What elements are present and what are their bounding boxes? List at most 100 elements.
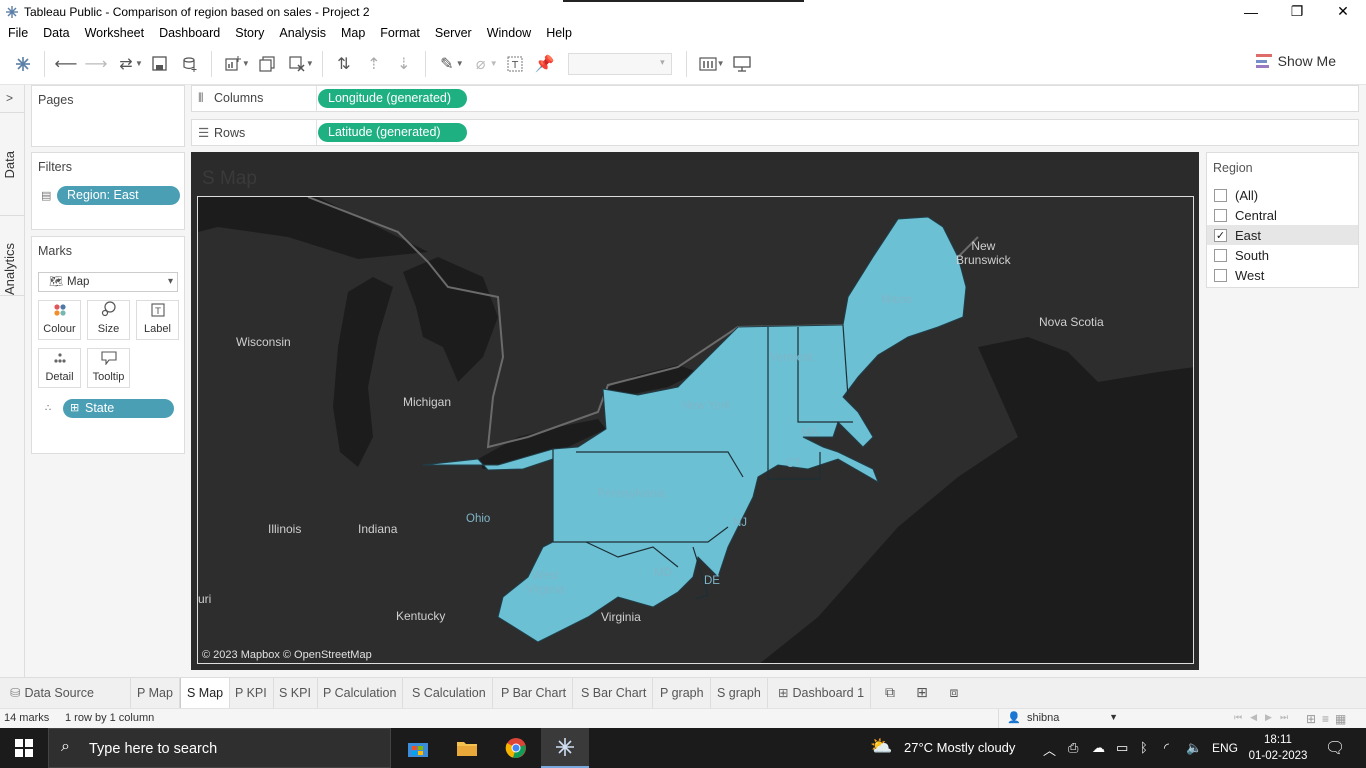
label-button[interactable]: T Label	[136, 300, 179, 340]
meet-now-icon[interactable]: ⎙	[1068, 740, 1078, 756]
checkbox-checked[interactable]: ✓	[1214, 228, 1227, 242]
tab-p-kpi[interactable]: P KPI	[229, 678, 274, 709]
tab-data[interactable]: Data	[2, 151, 17, 178]
tableau-home-icon[interactable]	[8, 49, 38, 79]
map-attribution[interactable]: © 2023 Mapbox © OpenStreetMap	[202, 649, 372, 661]
microsoft-store-icon[interactable]	[394, 728, 442, 768]
minimize-button[interactable]: —	[1228, 0, 1274, 23]
menu-window[interactable]: Window	[487, 26, 531, 40]
menu-dashboard[interactable]: Dashboard	[159, 26, 220, 40]
tab-s-graph[interactable]: S graph	[711, 678, 768, 709]
region-option-central[interactable]: Central	[1207, 205, 1358, 225]
sheet-navigation-arrows[interactable]: ⏮◀▶⏭	[1234, 712, 1296, 723]
region-option-east[interactable]: ✓ East	[1207, 225, 1358, 245]
pin-icon[interactable]: 📌	[530, 49, 560, 79]
map-canvas[interactable]: Wisconsin Michigan Illinois Indiana Kent…	[197, 196, 1194, 664]
swap-rows-columns-icon[interactable]: ⇅	[329, 49, 359, 79]
chevron-down-icon[interactable]: ▼	[717, 59, 725, 68]
chevron-down-icon[interactable]: ▼	[456, 59, 464, 68]
taskbar-search[interactable]: ⌕ Type here to search	[48, 728, 391, 768]
tab-s-calculation[interactable]: S Calculation	[406, 678, 493, 709]
state-field-pill[interactable]: ⊞ State	[63, 399, 174, 418]
size-button[interactable]: Size	[87, 300, 130, 340]
volume-icon[interactable]: 🔈	[1186, 740, 1202, 756]
detail-button[interactable]: Detail	[38, 348, 81, 388]
presentation-mode-icon[interactable]	[727, 49, 757, 79]
chevron-down-icon[interactable]: ▼	[242, 59, 250, 68]
sort-descending-icon[interactable]: ⇣	[389, 49, 419, 79]
rows-pill-latitude[interactable]: Latitude (generated)	[318, 123, 467, 142]
tab-data-source[interactable]: ⛁ Data Source	[4, 678, 131, 709]
menu-analysis[interactable]: Analysis	[279, 26, 326, 40]
map-svg[interactable]	[198, 197, 1194, 664]
bluetooth-icon[interactable]: ᛒ	[1140, 740, 1148, 755]
tab-p-graph[interactable]: P graph	[654, 678, 711, 709]
user-dropdown[interactable]: 👤 shibna ▼	[998, 709, 1126, 728]
weather-icon[interactable]: ⛅	[870, 736, 892, 757]
chevron-down-icon[interactable]: ▼	[306, 59, 314, 68]
undo-icon[interactable]: ⟵	[51, 49, 81, 79]
tab-p-calculation[interactable]: P Calculation	[317, 678, 404, 709]
weather-text[interactable]: 27°C Mostly cloudy	[904, 740, 1015, 755]
chevron-down-icon[interactable]: ▼	[135, 59, 143, 68]
duplicate-sheet-icon[interactable]	[252, 49, 282, 79]
tab-p-map[interactable]: P Map	[131, 678, 180, 709]
pages-card[interactable]: Pages	[31, 85, 185, 147]
rows-shelf[interactable]: ☰ Rows Latitude (generated)	[191, 119, 1359, 146]
new-dashboard-icon[interactable]: ⊞	[911, 684, 933, 704]
tab-s-map[interactable]: S Map	[180, 678, 231, 709]
file-explorer-icon[interactable]	[443, 728, 491, 768]
menu-data[interactable]: Data	[43, 26, 69, 40]
checkbox[interactable]	[1214, 268, 1227, 282]
region-option-all[interactable]: (All)	[1207, 185, 1358, 205]
chevron-down-icon[interactable]: ▼	[490, 59, 498, 68]
tab-analytics[interactable]: Analytics	[2, 243, 17, 295]
checkbox[interactable]	[1214, 188, 1227, 202]
menu-file[interactable]: File	[8, 26, 28, 40]
new-worksheet-icon[interactable]: ⧉	[879, 684, 901, 704]
restore-button[interactable]: ❐	[1274, 0, 1320, 23]
start-button[interactable]	[0, 728, 48, 768]
tab-s-kpi[interactable]: S KPI	[273, 678, 318, 709]
columns-shelf[interactable]: ⦀ Columns Longitude (generated)	[191, 85, 1359, 112]
show-me-button[interactable]: Show Me	[1255, 53, 1336, 69]
new-data-source-icon[interactable]	[175, 49, 205, 79]
checkbox[interactable]	[1214, 248, 1227, 262]
save-icon[interactable]	[145, 49, 175, 79]
sort-ascending-icon[interactable]: ⇡	[359, 49, 389, 79]
colour-button[interactable]: Colour	[38, 300, 81, 340]
checkbox[interactable]	[1214, 208, 1227, 222]
chevron-right-icon[interactable]: >	[6, 91, 13, 105]
sheet-view-toggle-icons[interactable]: ⊞≡▦	[1306, 712, 1352, 726]
menu-help[interactable]: Help	[546, 26, 572, 40]
new-story-icon[interactable]: ⧈	[943, 684, 965, 704]
menu-server[interactable]: Server	[435, 26, 472, 40]
tableau-taskbar-icon[interactable]	[541, 728, 589, 768]
fit-dropdown[interactable]	[567, 52, 672, 75]
mark-type-dropdown[interactable]: 🗺 Map ▾	[38, 272, 178, 292]
filters-card[interactable]: Filters ▤ Region: East	[31, 152, 185, 230]
tooltip-button[interactable]: Tooltip	[87, 348, 130, 388]
chevron-up-icon[interactable]: ︿	[1043, 740, 1056, 759]
filter-pill-region[interactable]: Region: East	[57, 186, 180, 205]
tab-p-bar-chart[interactable]: P Bar Chart	[495, 678, 574, 709]
onedrive-icon[interactable]: ☁	[1092, 740, 1105, 756]
notifications-icon[interactable]: 🗨	[1325, 738, 1345, 758]
redo-icon[interactable]: ⟶	[81, 49, 111, 79]
tab-s-bar-chart[interactable]: S Bar Chart	[575, 678, 654, 709]
chrome-icon[interactable]	[492, 728, 540, 768]
menu-worksheet[interactable]: Worksheet	[85, 26, 145, 40]
close-button[interactable]: ✕	[1320, 0, 1366, 23]
region-option-west[interactable]: West	[1207, 265, 1358, 285]
battery-icon[interactable]: ▭	[1116, 740, 1128, 756]
taskbar-clock[interactable]: 18:11 01-02-2023	[1248, 732, 1308, 764]
menu-map[interactable]: Map	[341, 26, 365, 40]
menu-story[interactable]: Story	[235, 26, 264, 40]
columns-pill-longitude[interactable]: Longitude (generated)	[318, 89, 467, 108]
marks-card[interactable]: Marks 🗺 Map ▾ Colour Size T Label Detail…	[31, 236, 185, 454]
language-indicator[interactable]: ENG	[1212, 741, 1238, 755]
tab-dashboard-1[interactable]: ⊞ Dashboard 1	[772, 678, 872, 709]
menu-format[interactable]: Format	[380, 26, 420, 40]
wifi-icon[interactable]: ◜	[1164, 740, 1169, 756]
show-mark-labels-icon[interactable]: T	[500, 49, 530, 79]
